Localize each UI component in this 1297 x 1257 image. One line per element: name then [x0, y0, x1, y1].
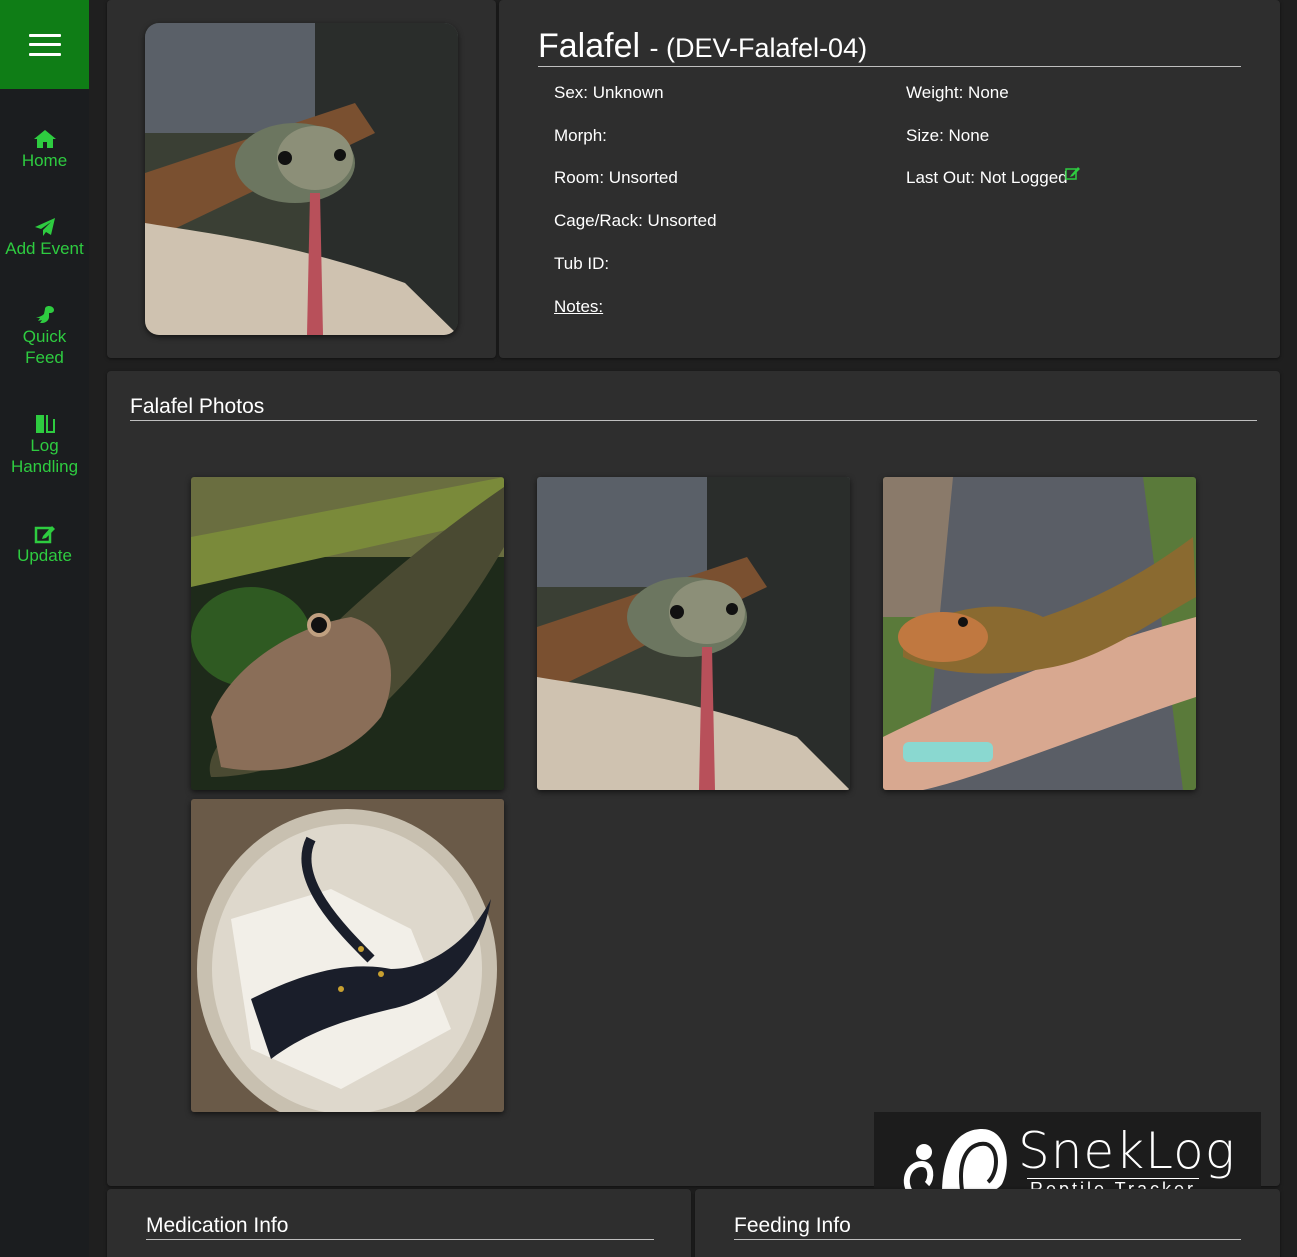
sidebar-item-home[interactable]: Home	[0, 129, 89, 171]
field-weight: Weight: None	[906, 83, 1009, 102]
field-room: Room: Unsorted	[554, 168, 678, 187]
profile-photo-panel	[107, 0, 496, 358]
field-size: Size: None	[906, 126, 990, 145]
hamburger-icon	[28, 33, 61, 56]
sidebar-item-quick-feed[interactable]: Quick Feed	[0, 305, 89, 368]
sidebar-item-label: Quick Feed	[22, 327, 67, 367]
door-exit-icon	[35, 415, 55, 433]
profile-photo[interactable]	[145, 23, 458, 335]
field-cage: Cage/Rack: Unsorted	[554, 211, 717, 230]
sidebar-item-label: Update	[17, 546, 72, 565]
photos-section-title: Falafel Photos	[130, 394, 1257, 421]
home-icon	[33, 130, 56, 148]
field-tub-id: Tub ID:	[554, 254, 610, 273]
edit-last-out-icon[interactable]	[1065, 166, 1080, 181]
photo-thumbnail[interactable]	[191, 477, 504, 790]
field-morph: Morph:	[554, 126, 607, 145]
photo-thumbnail[interactable]	[883, 477, 1196, 790]
animal-title: Falafel - (DEV-Falafel-04)	[538, 27, 867, 67]
animal-id: - (DEV-Falafel-04)	[649, 33, 868, 63]
sidebar: Home Add Event Quick Feed Log Handling U…	[0, 0, 89, 1257]
sidebar-item-add-event[interactable]: Add Event	[0, 217, 89, 259]
field-last-out: Last Out: Not Logged	[906, 168, 1068, 187]
logo-title: SnekLog	[1018, 1122, 1236, 1180]
photo-thumbnail[interactable]	[191, 799, 504, 1112]
sidebar-item-label: Log Handling	[10, 436, 79, 476]
photo-thumbnail[interactable]	[537, 477, 850, 790]
sidebar-item-label: Home	[21, 151, 68, 170]
paper-plane-icon	[34, 218, 55, 236]
menu-toggle-button[interactable]	[0, 0, 89, 89]
field-sex: Sex: Unknown	[554, 83, 664, 102]
animal-name: Falafel	[538, 27, 641, 65]
sidebar-item-log-handling[interactable]: Log Handling	[0, 414, 89, 477]
title-divider	[538, 66, 1241, 67]
sidebar-item-label: Add Event	[5, 239, 84, 258]
notes-link[interactable]: Notes:	[554, 296, 603, 318]
medication-section-title: Medication Info	[146, 1213, 654, 1240]
feeding-section-title: Feeding Info	[734, 1213, 1241, 1240]
dinosaur-icon	[35, 306, 54, 323]
sidebar-item-update[interactable]: Update	[0, 524, 89, 566]
edit-icon	[34, 526, 55, 544]
